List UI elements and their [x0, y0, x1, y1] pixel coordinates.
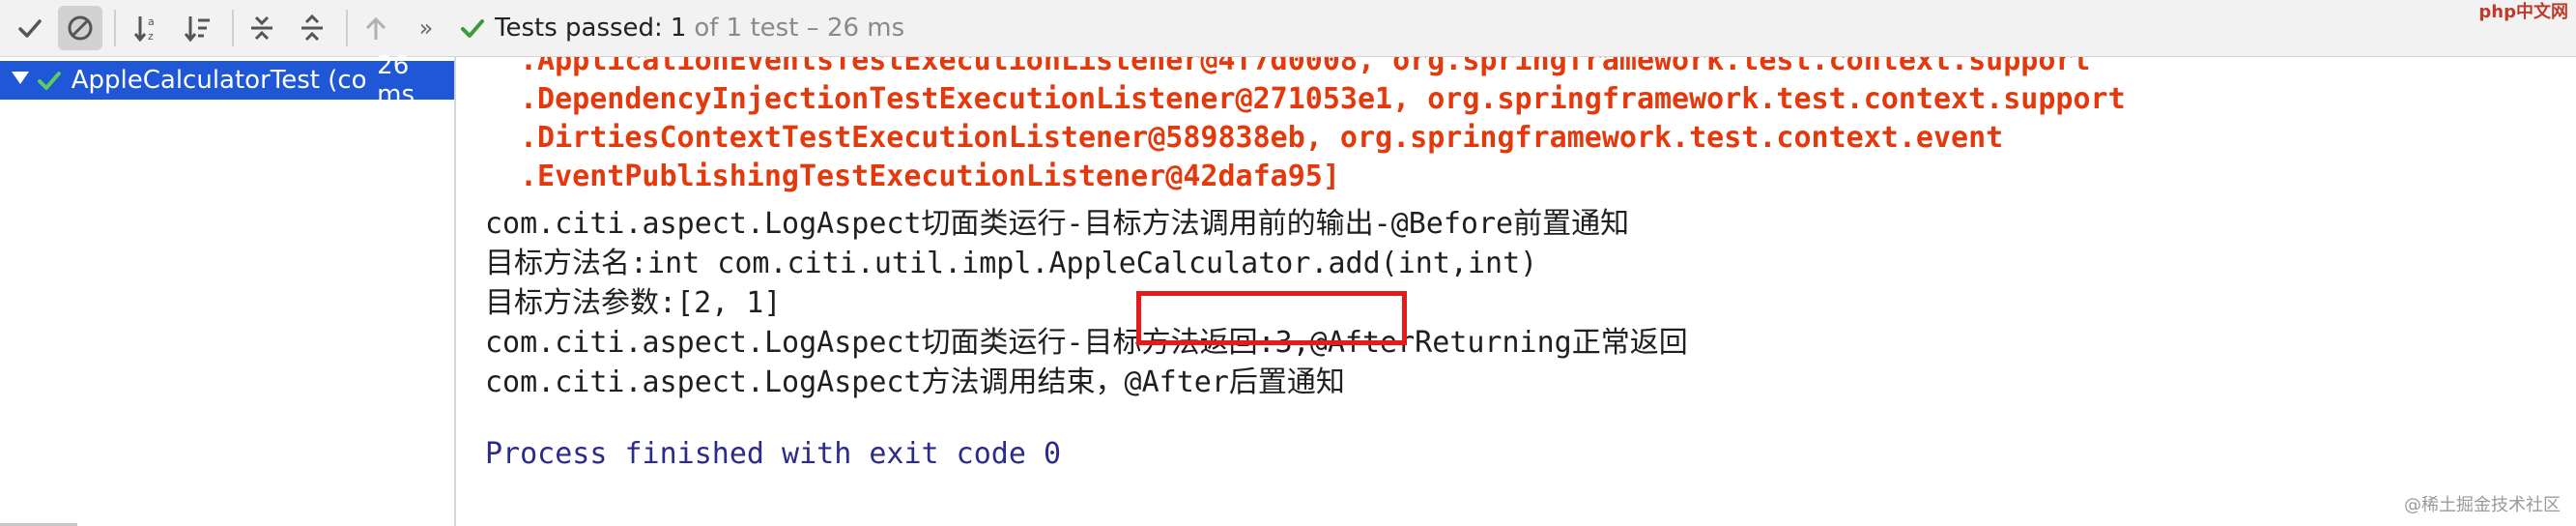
console-error-line: .DependencyInjectionTestExecutionListene…: [520, 82, 2126, 116]
previous-failed-test-button[interactable]: [354, 6, 398, 50]
sort-alpha-icon: a z: [133, 15, 155, 43]
console-output-line: com.citi.aspect.LogAspect切面类运行-目标方法调用前的输…: [485, 207, 1630, 241]
ban-icon: [68, 15, 93, 41]
expand-all-button[interactable]: [240, 6, 284, 50]
svg-text:z: z: [148, 30, 154, 43]
sort-alphabetically-button[interactable]: a z: [126, 6, 170, 50]
show-ignored-button[interactable]: [58, 6, 102, 50]
console-output-line: 目标方法名:int com.citi.util.impl.AppleCalcul…: [485, 247, 1538, 280]
show-passed-button[interactable]: [8, 6, 52, 50]
more-chevron-icon: »: [418, 15, 434, 42]
test-passed-icon: [37, 72, 61, 90]
toolbar-separator: [232, 10, 234, 46]
expand-all-icon: [251, 15, 272, 41]
tree-item-test-class[interactable]: AppleCalculatorTest (co 26 ms: [0, 51, 454, 109]
tree-item-label: AppleCalculatorTest (co: [71, 66, 367, 95]
arrow-up-icon: [365, 16, 386, 40]
site-watermark-logo: php中文网: [2478, 2, 2568, 22]
toolbar-separator: [346, 10, 348, 46]
console-output[interactable]: .ApplicationEventsTestExecutionListener@…: [456, 57, 2576, 526]
sort-by-duration-button[interactable]: [176, 6, 220, 50]
svg-text:a: a: [148, 15, 155, 28]
console-error-line: .EventPublishingTestExecutionListener@42…: [520, 160, 1340, 193]
status-passed-label: Tests passed:: [495, 14, 663, 43]
pass-check-icon: [461, 19, 484, 38]
collapse-all-button[interactable]: [290, 6, 334, 50]
status-count: 1: [670, 14, 687, 43]
test-status: Tests passed: 1 of 1 test – 26 ms: [460, 0, 904, 56]
console-output-line: com.citi.aspect.LogAspect方法调用结束，@After后置…: [485, 365, 1345, 399]
console-error-line: .ApplicationEventsTestExecutionListener@…: [520, 57, 2091, 77]
source-watermark: @稀土掘金技术社区: [2404, 495, 2561, 515]
process-exit-line: Process finished with exit code 0: [485, 437, 1062, 471]
annotation-highlight-box: [1136, 291, 1407, 345]
console-output-line: com.citi.aspect.LogAspect切面类运行-目标方法返回:3,…: [485, 326, 1688, 360]
sort-duration-icon: [184, 16, 210, 43]
status-suffix: of 1 test – 26 ms: [694, 14, 905, 43]
tree-item-duration: 26 ms: [377, 51, 415, 109]
console-error-line: .DirtiesContextTestExecutionListener@589…: [520, 121, 2004, 155]
more-actions-button[interactable]: »: [410, 6, 443, 50]
collapse-all-icon: [301, 14, 323, 42]
toolbar-separator: [114, 10, 116, 46]
expand-arrow-icon[interactable]: [10, 66, 37, 95]
test-tree-panel: AppleCalculatorTest (co 26 ms: [0, 51, 456, 526]
console-output-line: 目标方法参数:[2, 1]: [485, 286, 782, 320]
test-runner-toolbar: a z » Tests passed: 1 of 1 test – 26 ms …: [0, 0, 2576, 57]
checkmark-icon: [18, 19, 42, 38]
